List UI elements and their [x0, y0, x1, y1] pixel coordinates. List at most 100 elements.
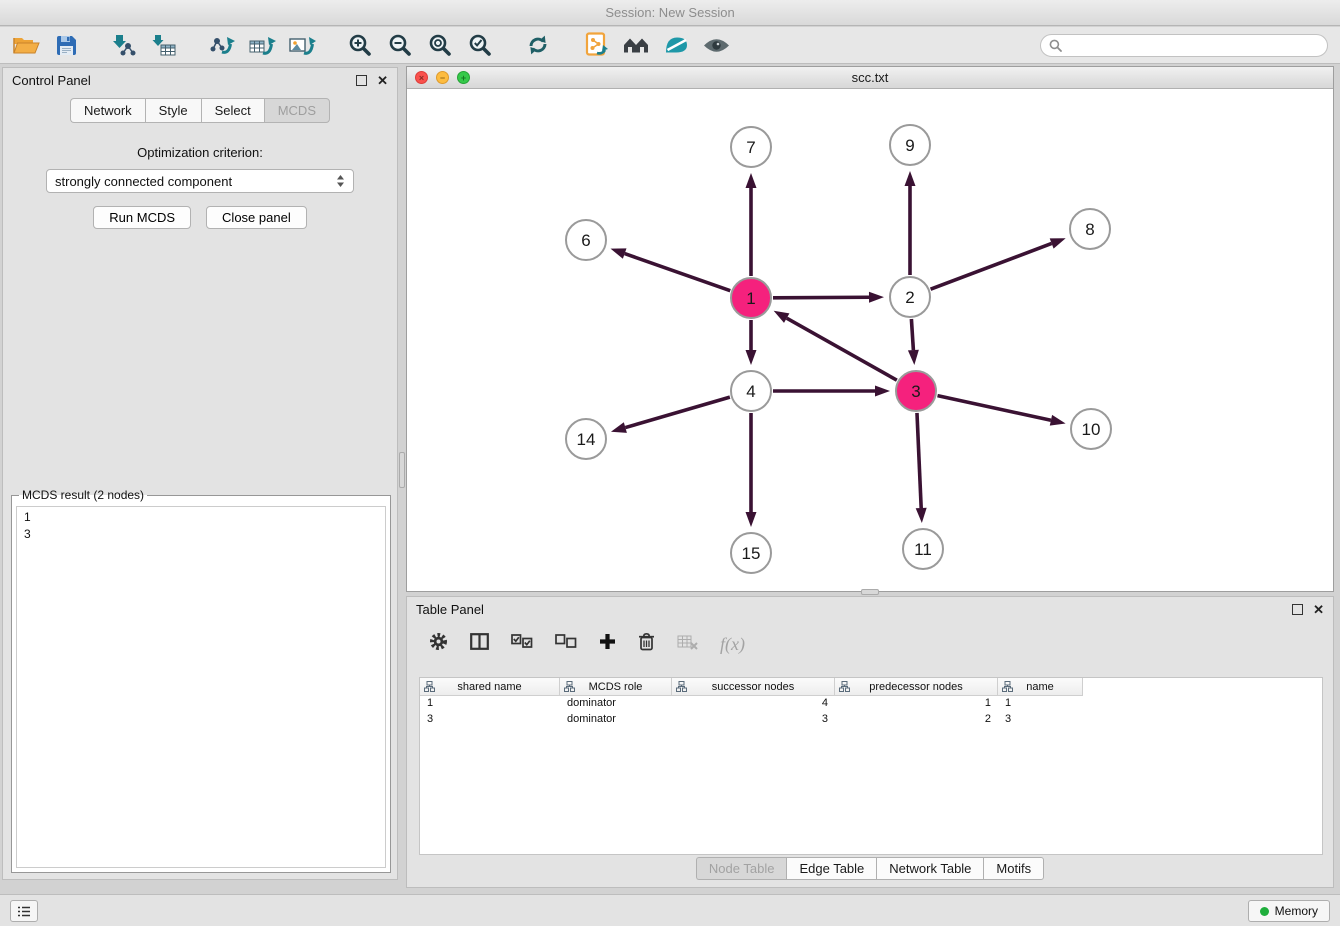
- gear-icon[interactable]: [429, 632, 448, 656]
- import-network-icon[interactable]: [106, 30, 142, 60]
- horizontal-splitter-handle[interactable]: [861, 589, 879, 595]
- graph-edge-arrowhead: [1050, 415, 1066, 426]
- open-session-icon[interactable]: [8, 30, 44, 60]
- optimization-criterion-label: Optimization criterion:: [3, 145, 397, 160]
- column-header-label: successor nodes: [712, 681, 795, 693]
- graph-edge-arrowhead: [869, 292, 884, 303]
- table-cell: 1: [998, 696, 1083, 712]
- function-builder-icon[interactable]: f(x): [720, 634, 745, 655]
- mcds-result-box: MCDS result (2 nodes) 13: [11, 488, 391, 873]
- graph-edge-2-8[interactable]: [931, 243, 1052, 289]
- graph-node-label: 10: [1082, 420, 1101, 439]
- tab-select[interactable]: Select: [201, 98, 264, 123]
- status-bar: Memory: [0, 894, 1340, 926]
- graph-edge-2-3[interactable]: [911, 319, 913, 350]
- run-mcds-button[interactable]: Run MCDS: [93, 206, 191, 229]
- first-neighbors-icon[interactable]: [578, 30, 614, 60]
- criterion-dropdown[interactable]: strongly connected component: [46, 169, 354, 193]
- graph-edge-3-1[interactable]: [787, 318, 897, 380]
- tab-node-table[interactable]: Node Table: [696, 857, 787, 880]
- graph-edge-arrowhead: [916, 508, 927, 523]
- float-table-panel-icon[interactable]: [1292, 604, 1303, 615]
- graph-edge-3-10[interactable]: [937, 396, 1050, 421]
- memory-button[interactable]: Memory: [1248, 900, 1330, 922]
- export-table-icon[interactable]: [244, 30, 280, 60]
- table-cell: 4: [672, 696, 835, 712]
- table-panel-title: Table Panel: [416, 602, 484, 617]
- minimize-window-icon[interactable]: −: [436, 71, 449, 84]
- table-row[interactable]: 3dominator323: [420, 712, 1322, 728]
- export-network-icon[interactable]: [204, 30, 240, 60]
- control-panel: Control Panel ✕ NetworkStyleSelectMCDS O…: [2, 67, 398, 880]
- tab-mcds[interactable]: MCDS: [264, 98, 330, 123]
- zoom-in-icon[interactable]: [342, 30, 378, 60]
- export-image-icon[interactable]: [284, 30, 320, 60]
- table-cell: 1: [420, 696, 560, 712]
- node-table: shared name MCDS role successor nodes prede…: [419, 677, 1323, 855]
- table-cell: 3: [420, 712, 560, 728]
- graph-node-label: 8: [1085, 220, 1094, 239]
- mcds-result-value: 3: [24, 526, 378, 543]
- eye-icon[interactable]: [698, 30, 734, 60]
- graph-edge-arrowhead: [875, 386, 890, 397]
- home-icon[interactable]: [618, 30, 654, 60]
- close-window-icon[interactable]: ×: [415, 71, 428, 84]
- close-panel-icon[interactable]: ✕: [377, 75, 388, 86]
- network-window-title: scc.txt: [852, 70, 889, 85]
- tab-motifs[interactable]: Motifs: [983, 857, 1044, 880]
- graph-edge-arrowhead: [774, 311, 790, 323]
- criterion-dropdown-value: strongly connected component: [55, 174, 232, 189]
- mcds-result-value: 1: [24, 509, 378, 526]
- select-all-icon[interactable]: [511, 634, 533, 654]
- column-header-predecessor-nodes[interactable]: predecessor nodes: [835, 678, 998, 696]
- add-column-icon[interactable]: [599, 633, 616, 655]
- search-input[interactable]: [1067, 39, 1319, 53]
- graph-edge-arrowhead: [746, 512, 757, 527]
- graph-node-label: 14: [577, 430, 596, 449]
- table-cell: 3: [998, 712, 1083, 728]
- delete-table-icon[interactable]: [677, 634, 698, 655]
- vertical-splitter-handle[interactable]: [399, 452, 405, 488]
- dropdown-arrows-icon: [336, 174, 345, 188]
- column-header-label: shared name: [457, 681, 521, 693]
- column-type-icon: [839, 681, 850, 695]
- tab-network[interactable]: Network: [70, 98, 145, 123]
- zoom-out-icon[interactable]: [382, 30, 418, 60]
- graph-edge-1-6[interactable]: [625, 254, 731, 291]
- close-table-panel-icon[interactable]: ✕: [1313, 604, 1324, 615]
- graph-edge-3-11[interactable]: [917, 413, 921, 508]
- style-badge-icon[interactable]: [658, 30, 694, 60]
- refresh-icon[interactable]: [520, 30, 556, 60]
- deselect-all-icon[interactable]: [555, 634, 577, 654]
- column-header-name[interactable]: name: [998, 678, 1083, 696]
- save-session-icon[interactable]: [48, 30, 84, 60]
- network-canvas[interactable]: 7968124314101511: [407, 89, 1333, 591]
- table-cell: dominator: [560, 712, 672, 728]
- delete-column-icon[interactable]: [638, 632, 655, 656]
- column-header-MCDS-role[interactable]: MCDS role: [560, 678, 672, 696]
- table-panel-tabs: Node TableEdge TableNetwork TableMotifs: [407, 857, 1333, 880]
- column-header-shared-name[interactable]: shared name: [420, 678, 560, 696]
- graph-edge-1-2[interactable]: [773, 297, 869, 298]
- network-window-titlebar[interactable]: × − + scc.txt: [407, 67, 1333, 89]
- graph-node-label: 6: [581, 231, 590, 250]
- main-toolbar: [0, 27, 1340, 64]
- table-header-row: shared name MCDS role successor nodes prede…: [420, 678, 1322, 696]
- tab-style[interactable]: Style: [145, 98, 201, 123]
- graph-node-label: 15: [742, 544, 761, 563]
- import-table-icon[interactable]: [146, 30, 182, 60]
- zoom-fit-icon[interactable]: [422, 30, 458, 60]
- tab-edge-table[interactable]: Edge Table: [786, 857, 876, 880]
- maximize-window-icon[interactable]: +: [457, 71, 470, 84]
- zoom-selected-icon[interactable]: [462, 30, 498, 60]
- column-header-successor-nodes[interactable]: successor nodes: [672, 678, 835, 696]
- float-panel-icon[interactable]: [356, 75, 367, 86]
- tab-network-table[interactable]: Network Table: [876, 857, 983, 880]
- graph-edge-4-14[interactable]: [625, 397, 730, 427]
- close-panel-button[interactable]: Close panel: [206, 206, 307, 229]
- table-row[interactable]: 1dominator411: [420, 696, 1322, 712]
- mcds-result-list[interactable]: 13: [16, 506, 386, 868]
- split-panel-icon[interactable]: [470, 633, 489, 655]
- table-toolbar: f(x): [407, 626, 1333, 662]
- status-menu-button[interactable]: [10, 900, 38, 922]
